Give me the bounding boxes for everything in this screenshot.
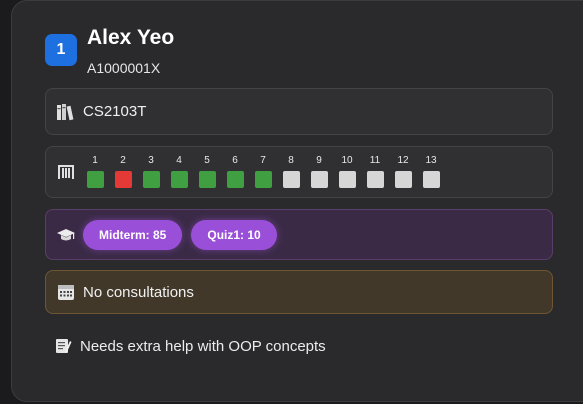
week-number: 2 bbox=[120, 155, 126, 166]
week-number: 10 bbox=[341, 155, 353, 166]
attendance-week: 11 bbox=[365, 155, 385, 188]
index-badge: 1 bbox=[45, 34, 77, 66]
attendance-week: 1 bbox=[85, 155, 105, 188]
grade-pill[interactable]: Quiz1: 10 bbox=[191, 219, 277, 250]
attendance-box-present[interactable] bbox=[142, 171, 160, 188]
attendance-box-unmarked[interactable] bbox=[310, 171, 328, 188]
attendance-weeks: 1 2 3 4 5 6 7 8 9 10 11 12 13 bbox=[85, 155, 441, 188]
attendance-week: 10 bbox=[337, 155, 357, 188]
week-number: 1 bbox=[92, 155, 98, 166]
grades-list: Midterm: 85 Quiz1: 10 bbox=[83, 219, 277, 250]
week-number: 13 bbox=[425, 155, 437, 166]
student-name: Alex Yeo bbox=[87, 26, 175, 49]
student-matric: A1000001X bbox=[87, 60, 161, 76]
week-number: 9 bbox=[316, 155, 322, 166]
week-number: 12 bbox=[397, 155, 409, 166]
attendance-week: 2 bbox=[113, 155, 133, 188]
attendance-week: 13 bbox=[421, 155, 441, 188]
week-number: 8 bbox=[288, 155, 294, 166]
attendance-box-unmarked[interactable] bbox=[338, 171, 356, 188]
graduation-cap-icon bbox=[55, 224, 77, 246]
attendance-box-unmarked[interactable] bbox=[282, 171, 300, 188]
week-number: 3 bbox=[148, 155, 154, 166]
attendance-box-unmarked[interactable] bbox=[422, 171, 440, 188]
remark-text: Needs extra help with OOP concepts bbox=[80, 337, 326, 355]
attendance-week: 7 bbox=[253, 155, 273, 188]
attendance-box-present[interactable] bbox=[254, 171, 272, 188]
consultations-text: No consultations bbox=[83, 283, 194, 301]
attendance-week: 5 bbox=[197, 155, 217, 188]
module-row: CS2103T bbox=[45, 88, 553, 135]
calendar-icon bbox=[55, 281, 77, 303]
week-number: 11 bbox=[369, 155, 381, 166]
week-number: 7 bbox=[260, 155, 266, 166]
consultations-row: No consultations bbox=[45, 270, 553, 314]
attendance-box-unmarked[interactable] bbox=[366, 171, 384, 188]
attendance-week: 4 bbox=[169, 155, 189, 188]
attendance-box-absent[interactable] bbox=[114, 171, 132, 188]
attendance-box-present[interactable] bbox=[170, 171, 188, 188]
attendance-week: 12 bbox=[393, 155, 413, 188]
week-number: 5 bbox=[204, 155, 210, 166]
grade-pill[interactable]: Midterm: 85 bbox=[83, 219, 183, 250]
attendance-box-present[interactable] bbox=[226, 171, 244, 188]
grades-row: Midterm: 85 Quiz1: 10 bbox=[45, 209, 553, 260]
books-icon bbox=[55, 101, 77, 123]
memo-icon bbox=[52, 335, 74, 357]
abacus-icon bbox=[55, 161, 77, 183]
week-number: 4 bbox=[176, 155, 182, 166]
attendance-box-unmarked[interactable] bbox=[394, 171, 412, 188]
attendance-box-present[interactable] bbox=[198, 171, 216, 188]
attendance-week: 6 bbox=[225, 155, 245, 188]
remark-row: Needs extra help with OOP concepts bbox=[52, 335, 326, 357]
module-code: CS2103T bbox=[83, 103, 147, 120]
week-number: 6 bbox=[232, 155, 238, 166]
attendance-week: 8 bbox=[281, 155, 301, 188]
attendance-row: 1 2 3 4 5 6 7 8 9 10 11 12 13 bbox=[45, 146, 553, 198]
attendance-box-present[interactable] bbox=[86, 171, 104, 188]
attendance-week: 3 bbox=[141, 155, 161, 188]
attendance-week: 9 bbox=[309, 155, 329, 188]
